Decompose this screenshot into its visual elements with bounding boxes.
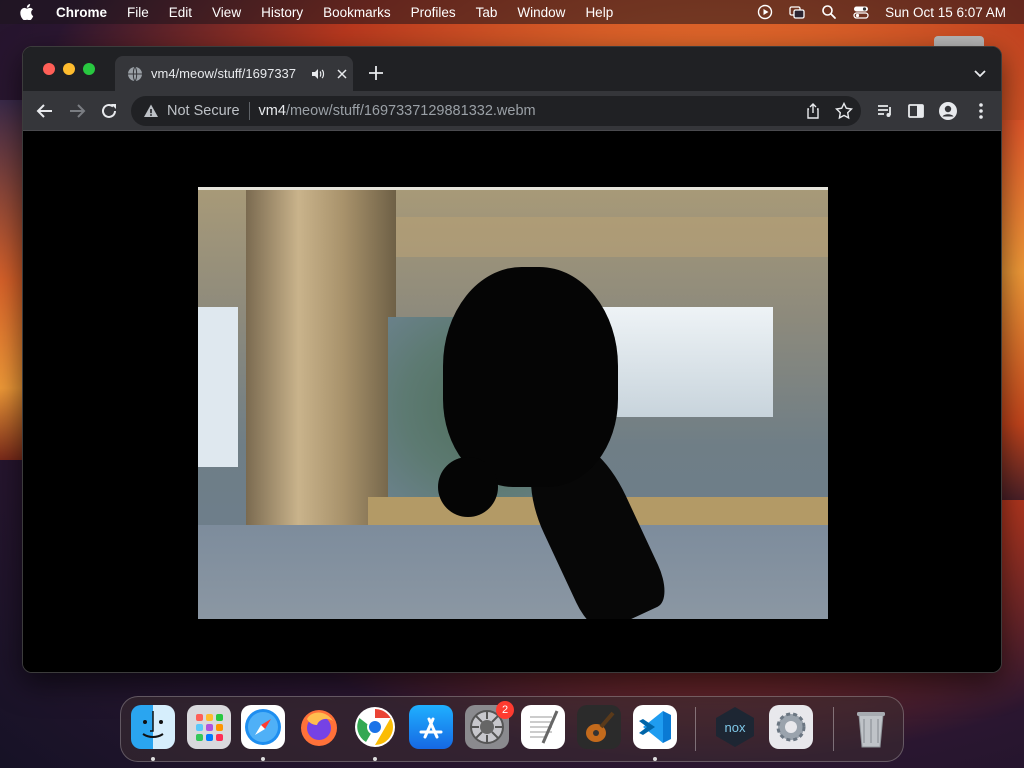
forward-icon[interactable] [67,101,87,121]
menu-bookmarks[interactable]: Bookmarks [313,5,401,20]
garageband-icon[interactable] [577,705,621,749]
menu-clock[interactable]: Sun Oct 15 6:07 AM [885,5,1006,20]
nox-label: nox [725,720,746,735]
dock-separator [695,707,696,751]
launchpad-icon[interactable] [187,705,231,749]
spotlight-search-icon[interactable] [821,4,837,20]
bookmark-star-icon[interactable] [835,101,853,120]
safari-icon[interactable] [241,705,285,749]
warning-icon[interactable] [143,103,159,119]
tab-active[interactable]: vm4/meow/stuff/1697337 [115,56,353,91]
url-path: /meow/stuff/1697337129881332.webm [285,103,536,119]
menu-app-chrome[interactable]: Chrome [46,5,117,20]
now-playing-icon[interactable] [757,4,773,20]
menu-tab[interactable]: Tab [466,5,508,20]
window-zoom-button[interactable] [83,63,95,75]
dock: 2 nox [120,696,904,762]
browser-toolbar: Not Secure vm4 /meow/stuff/1697337129881… [23,91,1001,131]
new-tab-icon[interactable] [367,64,385,82]
chevron-down-icon[interactable] [973,66,987,78]
menu-help[interactable]: Help [575,5,623,20]
security-label[interactable]: Not Secure [167,103,240,119]
trash-icon[interactable] [849,705,893,749]
video-player[interactable] [198,187,828,619]
wallpaper-left-edge [0,100,24,460]
page-content [23,132,1001,672]
dock-separator-trash [833,707,834,751]
menu-view[interactable]: View [202,5,251,20]
tab-title: vm4/meow/stuff/1697337 [151,66,297,81]
finder-icon[interactable] [131,705,175,749]
wallpaper-right-edge [1000,120,1024,500]
share-icon[interactable] [805,103,821,119]
vscode-icon[interactable] [633,705,677,749]
media-control-icon[interactable] [875,101,895,121]
finder-running-dot [151,757,155,761]
more-menu-icon[interactable] [971,101,991,121]
notification-badge: 2 [496,701,514,719]
side-panel-icon[interactable] [906,101,926,121]
cat-silhouette [443,267,618,487]
window-close-button[interactable] [43,63,55,75]
globe-icon [127,66,143,82]
nox-icon[interactable]: nox [713,705,757,749]
omnibox-divider [248,102,250,120]
menu-history[interactable]: History [251,5,313,20]
address-bar[interactable]: Not Secure vm4 /meow/stuff/1697337129881… [131,96,861,126]
app-store-icon[interactable] [409,705,453,749]
chrome-window: vm4/meow/stuff/1697337 Not Secure vm4 /m… [22,46,1002,673]
back-icon[interactable] [35,101,55,121]
reload-icon[interactable] [99,101,119,121]
speaker-icon[interactable] [311,67,325,81]
screen-mirroring-icon[interactable] [789,4,805,20]
menu-profiles[interactable]: Profiles [401,5,466,20]
profile-avatar-icon[interactable] [938,101,958,121]
window-minimize-button[interactable] [63,63,75,75]
menu-window[interactable]: Window [507,5,575,20]
firefox-icon[interactable] [297,705,341,749]
settings-gear-icon[interactable] [769,705,813,749]
vscode-running-dot [653,757,657,761]
tab-close-icon[interactable] [335,67,349,81]
apple-menu-icon[interactable] [20,4,34,20]
menu-bar: Chrome File Edit View History Bookmarks … [0,0,1024,24]
textedit-icon[interactable] [521,705,565,749]
control-center-icon[interactable] [853,4,869,20]
menu-file[interactable]: File [117,5,159,20]
chrome-running-dot [373,757,377,761]
menu-edit[interactable]: Edit [159,5,202,20]
chrome-icon[interactable] [353,705,397,749]
tab-strip: vm4/meow/stuff/1697337 [23,47,1001,91]
url-host: vm4 [258,103,286,119]
safari-running-dot [261,757,265,761]
